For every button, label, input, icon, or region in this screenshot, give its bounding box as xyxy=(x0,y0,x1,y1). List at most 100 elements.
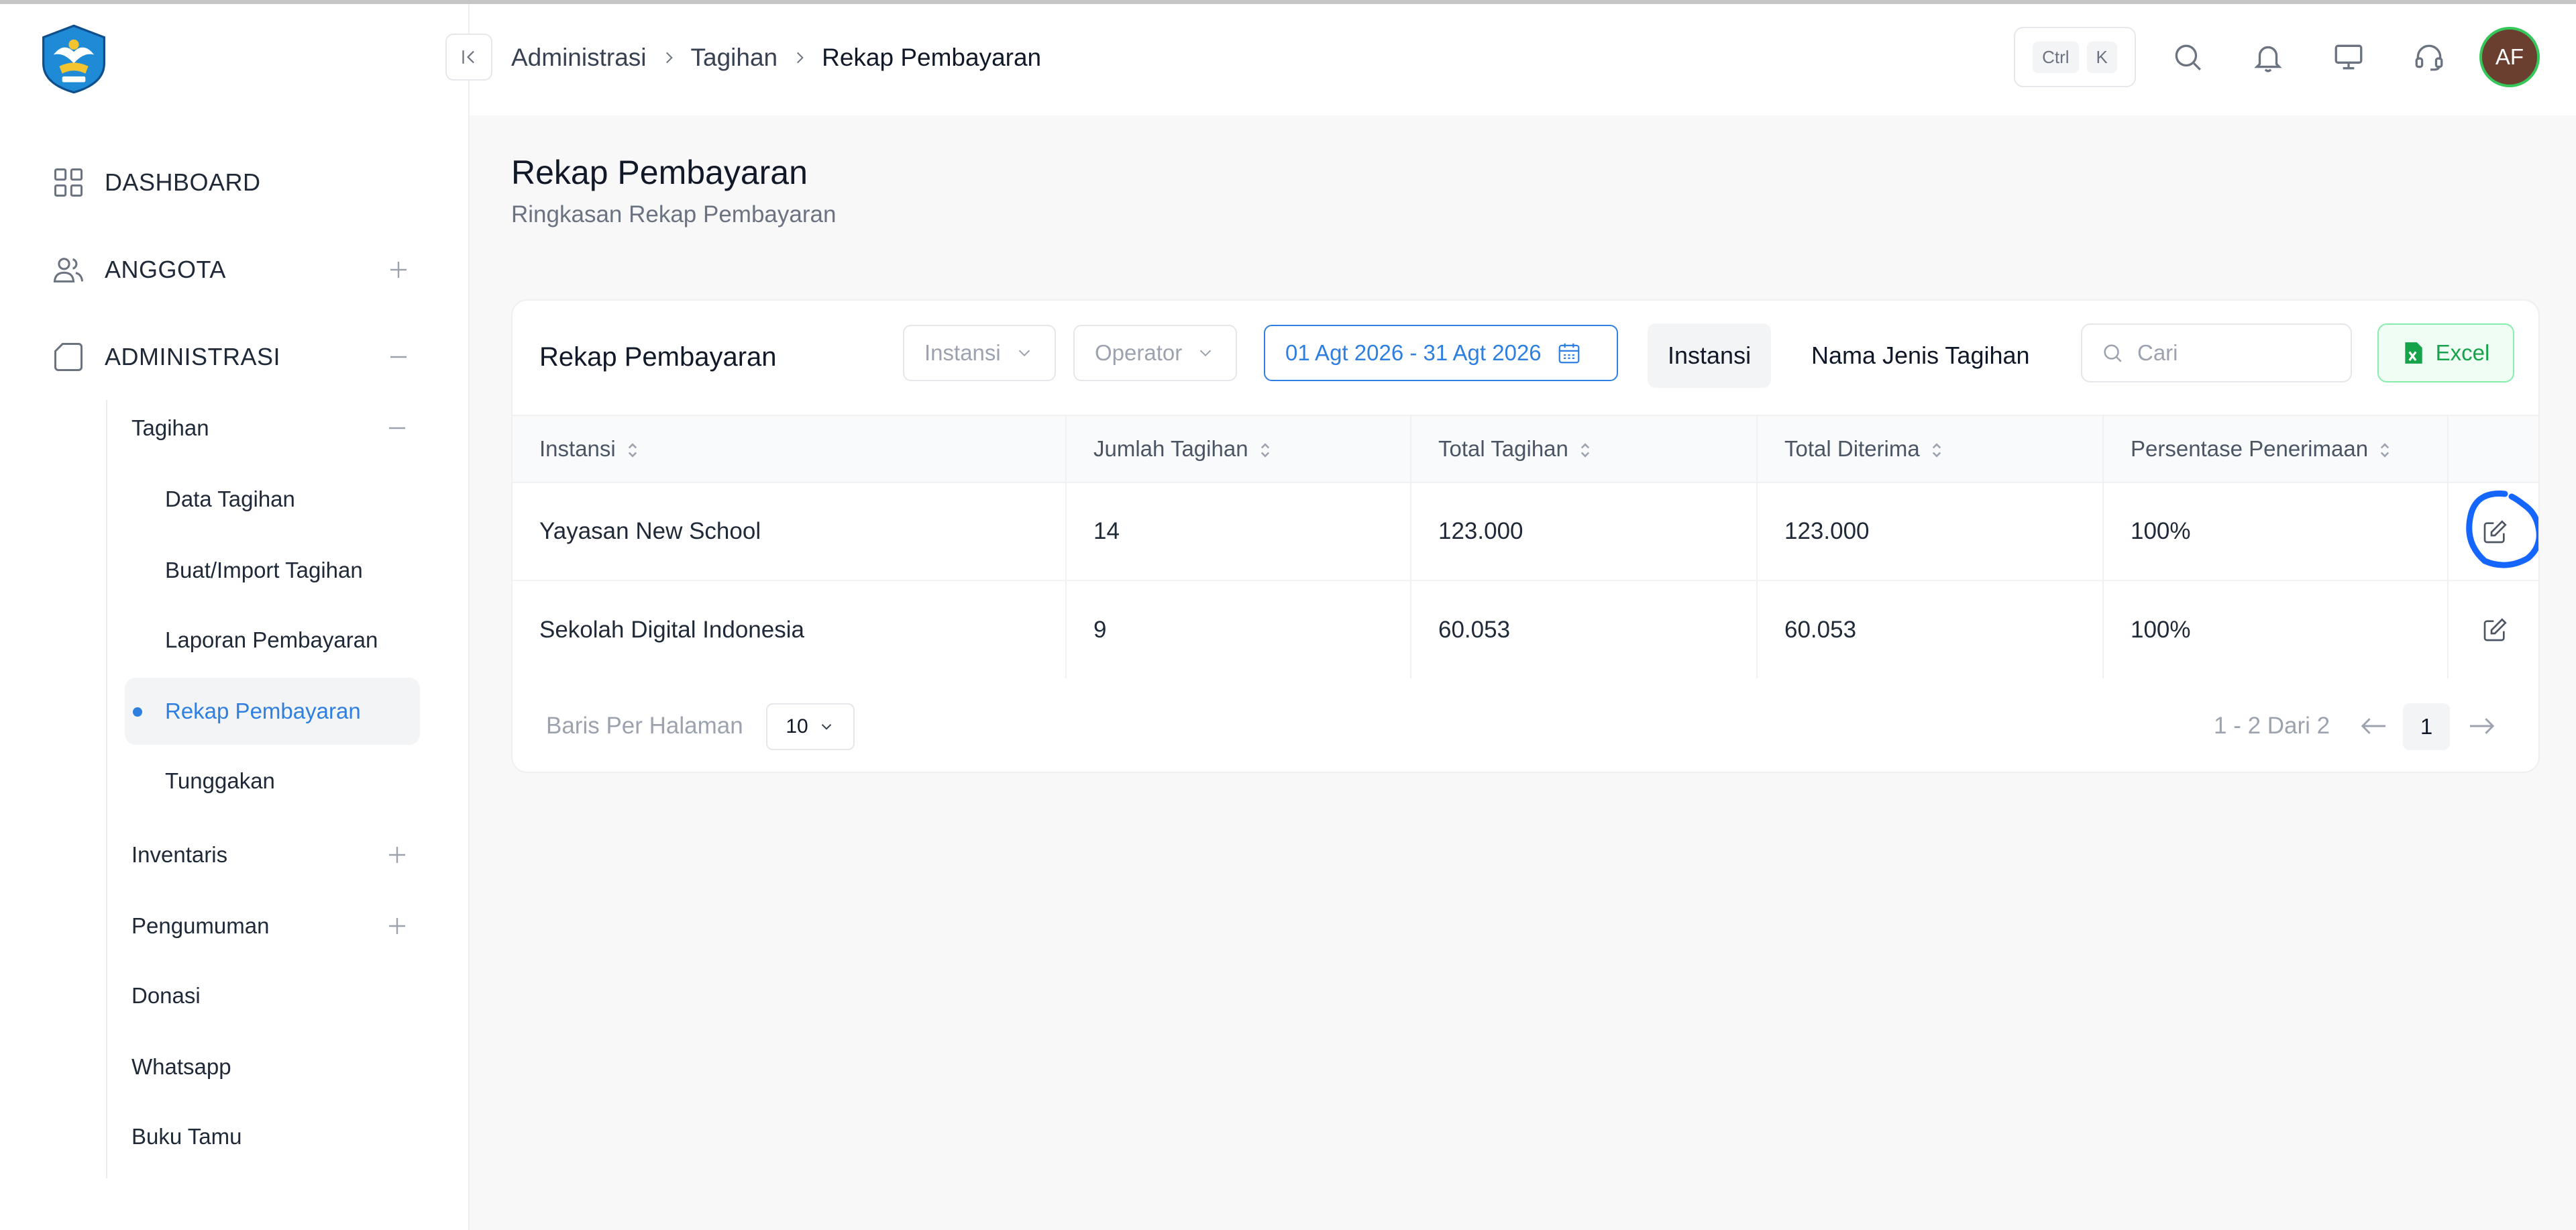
nav-pengumuman[interactable]: Pengumuman xyxy=(125,894,420,958)
table-row: Sekolah Digital Indonesia 9 60.053 60.05… xyxy=(513,580,2538,678)
cell-action xyxy=(2447,580,2538,678)
chevron-right-icon xyxy=(665,52,673,64)
export-excel-button[interactable]: Excel xyxy=(2377,323,2514,382)
chevron-down-icon xyxy=(821,724,831,730)
bell-icon[interactable] xyxy=(2251,40,2285,74)
kbd-ctrl: Ctrl xyxy=(2033,41,2079,73)
export-excel-label: Excel xyxy=(2435,340,2490,365)
nav-tagihan-label: Tagihan xyxy=(131,415,209,440)
breadcrumb-tagihan[interactable]: Tagihan xyxy=(691,44,778,72)
pagination-info: 1 - 2 Dari 2 xyxy=(2214,713,2330,739)
page-subtitle: Ringkasan Rekap Pembayaran xyxy=(511,201,837,227)
table-row: Yayasan New School 14 123.000 123.000 10… xyxy=(513,482,2538,581)
nav-buku-tamu[interactable]: Buku Tamu xyxy=(125,1105,420,1169)
plus-icon[interactable] xyxy=(385,914,409,938)
arrow-right-icon[interactable] xyxy=(2467,714,2497,738)
date-range-value: 01 Agt 2026 - 31 Agt 2026 xyxy=(1285,340,1542,365)
nav-dashboard-label: DASHBOARD xyxy=(105,168,261,196)
col-total-diterima-label: Total Diterima xyxy=(1784,436,1920,461)
sidebar: DASHBOARD ANGGOTA ADMINISTRASI Tagihan D… xyxy=(0,4,470,1230)
nav-buat-import-tagihan[interactable]: Buat/Import Tagihan xyxy=(125,537,420,604)
col-total-tagihan[interactable]: Total Tagihan xyxy=(1410,415,1757,483)
cell-persentase: 100% xyxy=(2102,482,2448,581)
cell-jumlah: 14 xyxy=(1065,482,1411,581)
nav-tagihan[interactable]: Tagihan xyxy=(125,396,420,460)
breadcrumb-administrasi[interactable]: Administrasi xyxy=(511,44,647,72)
monitor-icon[interactable] xyxy=(2332,40,2365,74)
table-header-row: Instansi Jumlah Tagihan Total Tagihan To… xyxy=(513,415,2538,483)
nav-inventaris-label: Inventaris xyxy=(131,842,228,867)
search-icon xyxy=(2104,344,2122,362)
active-dot xyxy=(133,707,142,717)
nav-buat-import-label: Buat/Import Tagihan xyxy=(165,558,363,582)
col-instansi-label: Instansi xyxy=(539,436,616,461)
nav-rekap-label: Rekap Pembayaran xyxy=(165,699,361,723)
chevron-down-icon xyxy=(1200,350,1212,357)
nav-tunggakan[interactable]: Tunggakan xyxy=(125,748,420,815)
col-total-tagihan-label: Total Tagihan xyxy=(1438,436,1568,461)
arrow-left-icon[interactable] xyxy=(2359,714,2388,738)
sort-icon xyxy=(628,443,637,458)
chevron-right-icon xyxy=(797,52,804,64)
cell-jumlah: 9 xyxy=(1065,580,1411,678)
nav-buku-tamu-label: Buku Tamu xyxy=(131,1124,242,1149)
cell-total-diterima: 60.053 xyxy=(1756,580,2103,678)
nav-donasi[interactable]: Donasi xyxy=(125,964,420,1028)
sort-icon xyxy=(1260,443,1269,458)
col-persentase[interactable]: Persentase Penerimaan xyxy=(2102,415,2448,483)
filter-instansi-select[interactable]: Instansi xyxy=(903,325,1056,381)
cell-persentase: 100% xyxy=(2102,580,2448,678)
cell-action xyxy=(2447,482,2538,581)
folder-icon xyxy=(54,342,83,372)
tut-wuri-handayani-logo[interactable] xyxy=(38,23,110,95)
sort-icon xyxy=(1932,443,1941,458)
cell-instansi: Yayasan New School xyxy=(513,482,1066,581)
tab-nama-jenis-tagihan[interactable]: Nama Jenis Tagihan xyxy=(1791,323,2050,388)
col-persentase-label: Persentase Penerimaan xyxy=(2131,436,2369,461)
col-actions xyxy=(2447,415,2538,483)
excel-file-icon xyxy=(2404,342,2422,364)
chevron-down-icon xyxy=(1018,350,1030,357)
rows-per-page-label: Baris Per Halaman xyxy=(546,713,743,739)
user-avatar[interactable]: AF xyxy=(2479,27,2540,87)
col-jumlah-tagihan[interactable]: Jumlah Tagihan xyxy=(1065,415,1411,483)
page-number-current[interactable]: 1 xyxy=(2403,703,2450,750)
nav-whatsapp[interactable]: Whatsapp xyxy=(125,1035,420,1099)
nav-administrasi[interactable]: ADMINISTRASI xyxy=(51,330,427,384)
search-input[interactable] xyxy=(2137,340,2332,366)
nav-anggota-label: ANGGOTA xyxy=(105,256,226,283)
filter-instansi-value: Instansi xyxy=(924,340,1001,365)
col-total-diterima[interactable]: Total Diterima xyxy=(1756,415,2103,483)
rows-per-page-select[interactable]: 10 xyxy=(766,703,855,750)
nav-dashboard[interactable]: DASHBOARD xyxy=(51,156,427,209)
nav-rekap-pembayaran[interactable]: Rekap Pembayaran xyxy=(125,678,420,745)
search-box[interactable] xyxy=(2081,323,2352,382)
plus-icon[interactable] xyxy=(385,843,409,867)
grid-icon xyxy=(54,168,83,197)
rows-per-page-value: 10 xyxy=(786,715,808,737)
col-jumlah-label: Jumlah Tagihan xyxy=(1093,436,1248,461)
users-icon xyxy=(53,258,84,283)
edit-icon[interactable] xyxy=(2481,519,2508,546)
sort-icon xyxy=(2380,443,2390,458)
filter-operator-select[interactable]: Operator xyxy=(1073,325,1238,381)
nav-pengumuman-label: Pengumuman xyxy=(131,913,270,938)
cell-total-tagihan: 123.000 xyxy=(1410,482,1757,581)
command-shortcut-button[interactable]: Ctrl K xyxy=(2014,27,2136,87)
date-range-picker[interactable]: 01 Agt 2026 - 31 Agt 2026 xyxy=(1264,325,1618,381)
nav-whatsapp-label: Whatsapp xyxy=(131,1054,231,1079)
nav-data-tagihan[interactable]: Data Tagihan xyxy=(125,466,420,533)
col-instansi[interactable]: Instansi xyxy=(513,415,1066,483)
tab-instansi[interactable]: Instansi xyxy=(1648,323,1772,388)
nav-laporan-pembayaran[interactable]: Laporan Pembayaran xyxy=(125,607,420,674)
collapse-sidebar-button[interactable] xyxy=(445,34,492,81)
search-icon[interactable] xyxy=(2171,40,2204,74)
breadcrumb-current: Rekap Pembayaran xyxy=(822,44,1042,71)
minus-icon[interactable] xyxy=(385,416,409,440)
minus-icon[interactable] xyxy=(386,345,411,369)
plus-icon[interactable] xyxy=(386,258,411,282)
nav-inventaris[interactable]: Inventaris xyxy=(125,823,420,887)
nav-anggota[interactable]: ANGGOTA xyxy=(51,243,427,297)
headset-icon[interactable] xyxy=(2412,40,2446,74)
edit-icon[interactable] xyxy=(2481,617,2508,644)
